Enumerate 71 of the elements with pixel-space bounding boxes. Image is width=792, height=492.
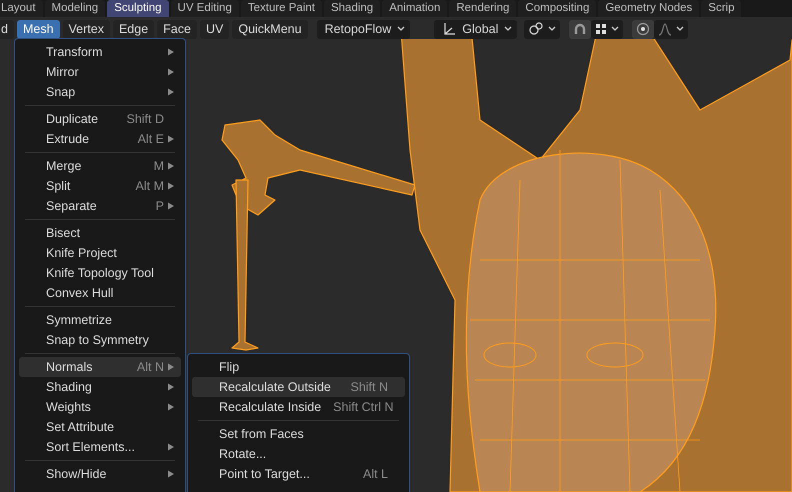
workspace-tab[interactable]: Geometry Nodes	[598, 0, 700, 17]
menu-item[interactable]: Recalculate Outside Shift N	[192, 377, 405, 397]
chevron-icon	[397, 26, 406, 32]
snap-toggle[interactable]	[569, 20, 592, 38]
menu-item[interactable]: Transform	[19, 42, 181, 62]
workspace-tab[interactable]: UV Editing	[170, 0, 239, 17]
menu-item[interactable]: Show/Hide	[19, 464, 181, 484]
header-menu[interactable]: Face	[157, 20, 197, 38]
bell-curve-icon	[658, 22, 672, 36]
shortcut-label: Alt M	[134, 179, 164, 193]
falloff-dropdown[interactable]	[654, 20, 688, 38]
shortcut-label: P	[154, 199, 164, 213]
header-menu[interactable]: d	[0, 20, 14, 38]
menu-item[interactable]: Mirror	[19, 62, 181, 82]
pivot-dropdown[interactable]	[524, 20, 560, 38]
menu-item[interactable]: Shading	[19, 377, 181, 397]
menu-item[interactable]: Knife Project	[19, 243, 181, 263]
workspace-tab[interactable]: Compositing	[518, 0, 596, 17]
menu-item[interactable]: Snap	[19, 82, 181, 102]
shortcut-label: Shift D	[125, 112, 164, 126]
shortcut-label: Shift Ctrl N	[332, 400, 394, 414]
axes-icon	[442, 22, 456, 36]
menu-item[interactable]: Merge M	[19, 156, 181, 176]
shortcut-label: Alt E	[136, 132, 164, 146]
menu-item[interactable]: Split Alt M	[19, 176, 181, 196]
chevron-icon	[504, 26, 512, 32]
menu-item[interactable]: Normals Alt N	[19, 357, 181, 377]
menu-item[interactable]: Bisect	[19, 223, 181, 243]
workspace-tab[interactable]: Layout	[0, 0, 43, 17]
menu-item[interactable]: Duplicate Shift D	[19, 109, 181, 129]
menu-item[interactable]: Set from Faces	[192, 424, 405, 444]
workspace-tab[interactable]: Rendering	[449, 0, 516, 17]
shortcut-label: Shift N	[349, 380, 388, 394]
header-menu[interactable]: QuickMenu	[232, 20, 308, 38]
workspace-tab[interactable]: Scrip	[701, 0, 742, 17]
magnet-icon	[573, 22, 588, 36]
workspace-tab[interactable]: Modeling	[44, 0, 106, 17]
menu-item[interactable]: Recalculate Inside Shift Ctrl N	[192, 397, 405, 417]
snap-target-dropdown[interactable]	[591, 20, 624, 38]
linked-circles-icon	[528, 22, 544, 36]
menu-item[interactable]: Sort Elements...	[19, 437, 181, 457]
menu-item[interactable]: Point to Target... Alt L	[192, 464, 405, 484]
shortcut-label: M	[152, 159, 164, 173]
header-menu[interactable]: Mesh	[16, 20, 60, 38]
chevron-icon	[548, 26, 556, 32]
menu-item[interactable]: Extrude Alt E	[19, 129, 181, 149]
menu-item[interactable]: Weights	[19, 397, 181, 417]
workspace-tab[interactable]: Texture Paint	[240, 0, 322, 17]
workspace-tab[interactable]: Shading	[324, 0, 380, 17]
chevron-icon	[611, 26, 620, 32]
menu-item[interactable]: Convex Hull	[19, 283, 181, 303]
header-menu[interactable]: Edge	[112, 20, 154, 38]
menu-item[interactable]: Snap to Symmetry	[19, 330, 181, 350]
menu-item[interactable]: Flip	[192, 357, 405, 377]
menu-item[interactable]: Knife Topology Tool	[19, 263, 181, 283]
header-menu[interactable]: UV	[200, 20, 230, 38]
proportional-edit-toggle[interactable]	[632, 20, 654, 38]
orientation-dropdown[interactable]: Global	[434, 20, 518, 38]
grid-dots-icon	[595, 23, 608, 35]
header-menu[interactable]: Vertex	[62, 20, 110, 38]
workspace-tab[interactable]: Sculpting	[107, 0, 169, 17]
menu-item[interactable]: Separate P	[19, 196, 181, 216]
shortcut-label: Alt N	[136, 360, 164, 374]
menu-item[interactable]: Set Attribute	[19, 417, 181, 437]
shortcut-label: Alt L	[362, 467, 388, 481]
menu-item[interactable]: Symmetrize	[19, 310, 181, 330]
menu-item[interactable]: Rotate...	[192, 444, 405, 464]
chevron-icon	[676, 26, 684, 32]
workspace-tab[interactable]: Animation	[382, 0, 448, 17]
addon-dropdown[interactable]: RetopoFlow	[316, 20, 410, 38]
circle-dot-icon	[636, 22, 650, 36]
